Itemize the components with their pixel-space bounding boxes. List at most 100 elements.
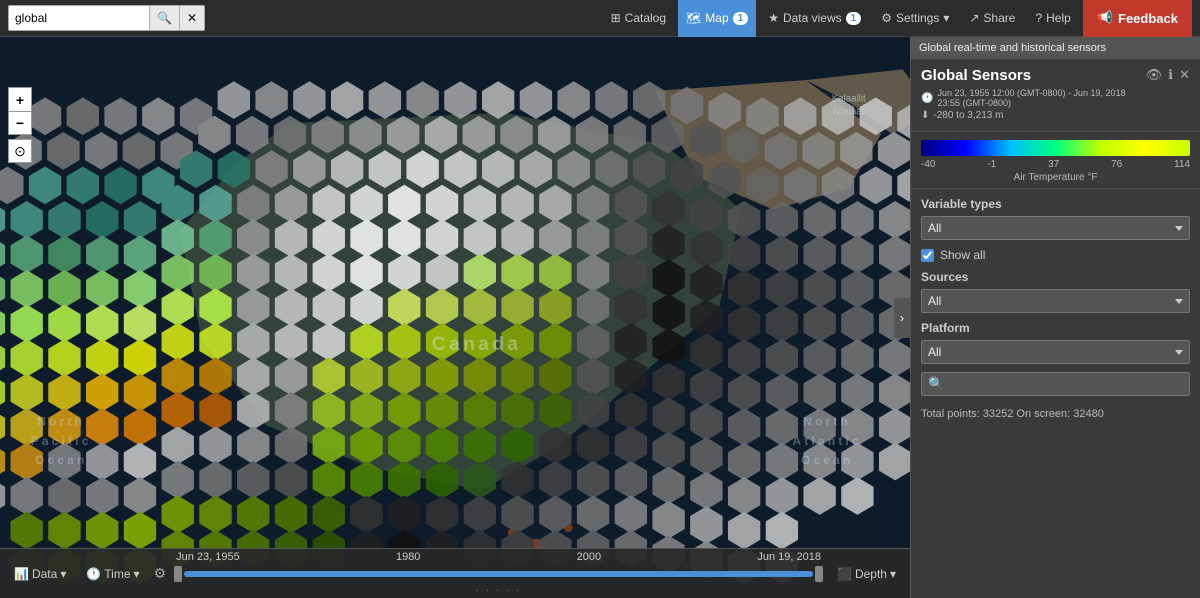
timeline-bar: 📊 Data ▾ 🕐 Time ▾ ⚙ Jun 23, 1955 1980 20… (0, 548, 910, 598)
timeline-handle-left[interactable] (174, 566, 182, 582)
search-button[interactable]: 🔍 (149, 6, 179, 30)
panel-depth-range: ⬇ -280 to 3,213 m (921, 110, 1146, 121)
map-container[interactable]: Canada North Pacific Ocean North Atlanti… (0, 37, 910, 598)
data-label: Data (32, 567, 57, 581)
zoom-reset-button[interactable]: ⊙ (8, 139, 32, 163)
share-icon: ↗ (969, 11, 979, 25)
panel-search-icon: 🔍 (922, 376, 950, 392)
panel-title-section: Global Sensors 🕐 Jun 23, 1955 12:00 (GMT… (911, 59, 1200, 132)
search-input[interactable] (9, 6, 149, 30)
time-label: Time (104, 567, 130, 581)
map-icon: 🗺 (686, 11, 701, 25)
star-icon: ★ (768, 11, 779, 25)
filter-section: Variable types All Show all Sources All … (911, 189, 1200, 432)
hex-map-svg: Canada North Pacific Ocean North Atlanti… (0, 37, 910, 598)
catalog-button[interactable]: ⊞ Catalog (603, 0, 674, 37)
depth-label: Depth (855, 567, 887, 581)
help-label: Help (1046, 11, 1071, 25)
svg-text:Nunaat: Nunaat (833, 107, 865, 118)
help-icon: ? (1035, 11, 1042, 25)
panel-collapse-button[interactable]: › (894, 298, 910, 338)
svg-text:Ocean: Ocean (35, 453, 87, 467)
sources-label: Sources (921, 270, 1190, 284)
color-scale-bar (921, 140, 1190, 156)
panel-search-input[interactable] (950, 373, 1189, 395)
settings-label: Settings (896, 11, 939, 25)
depth-chevron-icon: ▾ (890, 567, 896, 581)
panel-search-box[interactable]: 🔍 (921, 372, 1190, 396)
main-layout: Canada North Pacific Ocean North Atlanti… (0, 37, 1200, 598)
catalog-label: Catalog (625, 11, 666, 25)
right-panel: Global real-time and historical sensors … (910, 37, 1200, 598)
time-button[interactable]: 🕐 Time ▾ (80, 565, 145, 583)
clock-small-icon: 🕐 (921, 93, 933, 104)
svg-text:North: North (803, 414, 851, 428)
color-label-1: -1 (987, 159, 996, 170)
show-all-checkbox[interactable] (921, 249, 934, 262)
zoom-controls: + − ⊙ (8, 87, 32, 163)
top-nav: 🔍 ✕ ⊞ Catalog 🗺 Map 1 ★ Data views 1 ⚙ S… (0, 0, 1200, 37)
timeline-labels: Jun 23, 1955 1980 2000 Jun 19, 2018 (174, 551, 823, 563)
timeline-handle-right[interactable] (815, 566, 823, 582)
platform-select[interactable]: All (921, 340, 1190, 364)
depth-button[interactable]: ⬛ Depth ▾ (831, 565, 902, 583)
date-range-text: Jun 23, 1955 12:00 (GMT-0800) - Jun 19, … (937, 88, 1145, 108)
show-all-label[interactable]: Show all (940, 248, 985, 262)
feedback-label: Feedback (1118, 11, 1178, 26)
platform-label: Platform (921, 321, 1190, 335)
dataviews-button[interactable]: ★ Data views 1 (760, 0, 869, 37)
zoom-out-button[interactable]: − (8, 111, 32, 135)
gear-settings-icon[interactable]: ⚙ (154, 565, 167, 582)
time-chevron-icon: ▾ (134, 567, 140, 581)
feedback-icon: 📢 (1097, 10, 1113, 26)
color-label-3: 76 (1111, 159, 1122, 170)
panel-icon-row: 👁 ℹ ✕ (1146, 67, 1190, 83)
svg-text:Ocean: Ocean (801, 453, 853, 467)
timeline-range-fill (184, 571, 813, 577)
chart-icon: 📊 (14, 567, 29, 581)
map-label: Map (705, 11, 728, 25)
map-badge: 1 (733, 12, 749, 25)
timeline-range[interactable] (184, 571, 813, 577)
color-scale-section: -40 -1 37 76 114 Air Temperature °F (911, 132, 1200, 189)
svg-text:North: North (37, 414, 85, 428)
panel-info-button[interactable]: ℹ (1168, 67, 1173, 83)
timeline-dots: · · · · · (174, 585, 823, 596)
panel-title: Global Sensors (921, 67, 1146, 84)
color-scale-labels: -40 -1 37 76 114 (921, 159, 1190, 170)
svg-text:Canada: Canada (432, 333, 522, 355)
clear-search-button[interactable]: ✕ (179, 6, 204, 30)
color-label-2: 37 (1048, 159, 1059, 170)
variable-types-label: Variable types (921, 197, 1190, 211)
svg-text:Kalaallit: Kalaallit (832, 94, 866, 105)
zoom-in-button[interactable]: + (8, 87, 32, 111)
svg-text:Pacific: Pacific (31, 434, 92, 448)
depth-small-icon: ⬇ (921, 110, 929, 121)
share-button[interactable]: ↗ Share (961, 0, 1023, 37)
panel-header-breadcrumb: Global real-time and historical sensors (911, 37, 1200, 59)
variable-types-select[interactable]: All (921, 216, 1190, 240)
timeline-start-label: Jun 23, 1955 (176, 551, 240, 563)
depth-range-text: -280 to 3,213 m (933, 110, 1003, 121)
settings-chevron-icon: ▾ (943, 11, 949, 25)
map-button[interactable]: 🗺 Map 1 (678, 0, 756, 37)
data-button[interactable]: 📊 Data ▾ (8, 565, 72, 583)
panel-eye-button[interactable]: 👁 (1146, 67, 1163, 83)
settings-button[interactable]: ⚙ Settings ▾ (873, 0, 957, 37)
timeline-track: Jun 23, 1955 1980 2000 Jun 19, 2018 · · … (174, 551, 823, 596)
catalog-icon: ⊞ (611, 11, 621, 25)
help-button[interactable]: ? Help (1027, 0, 1078, 37)
share-label: Share (983, 11, 1015, 25)
gear-icon: ⚙ (881, 11, 892, 25)
sources-select[interactable]: All (921, 289, 1190, 313)
panel-close-button[interactable]: ✕ (1179, 67, 1190, 83)
depth-icon: ⬛ (837, 567, 852, 581)
search-box[interactable]: 🔍 ✕ (8, 5, 205, 31)
show-all-row: Show all (921, 248, 1190, 262)
dataviews-label: Data views (783, 11, 842, 25)
color-label-0: -40 (921, 159, 935, 170)
color-label-4: 114 (1174, 159, 1190, 170)
timeline-mid1-label: 1980 (396, 551, 420, 563)
total-points-text: Total points: 33252 On screen: 32480 (921, 404, 1190, 424)
feedback-button[interactable]: 📢 Feedback (1083, 0, 1192, 37)
